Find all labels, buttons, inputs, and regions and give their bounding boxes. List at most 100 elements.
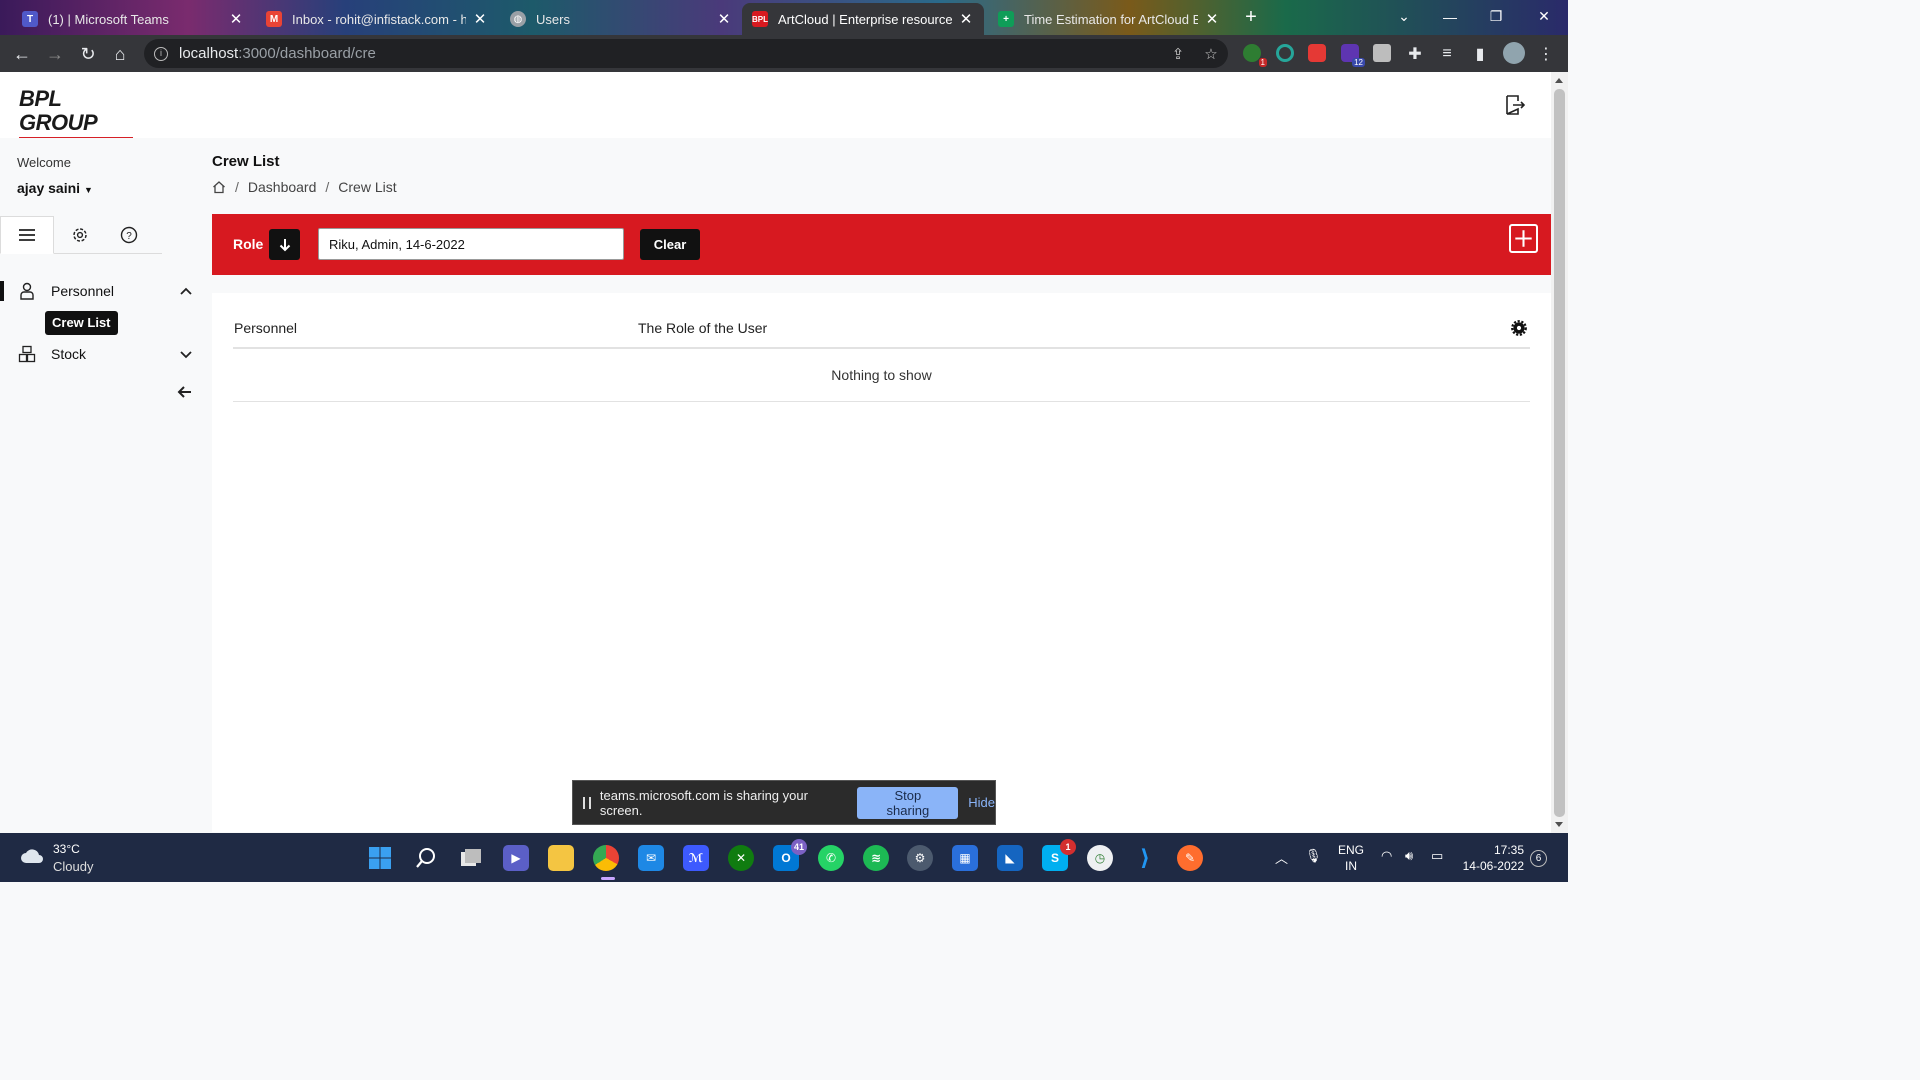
extensions-puzzle-icon[interactable]: ✚ xyxy=(1402,41,1428,67)
breadcrumb-dashboard[interactable]: Dashboard xyxy=(248,179,317,195)
close-icon[interactable]: ✕ xyxy=(1204,10,1220,28)
chevron-down-icon xyxy=(180,351,192,359)
browser-tab-teams[interactable]: T (1) | Microsoft Teams ✕ xyxy=(12,3,254,35)
extension-icon[interactable]: 1 xyxy=(1243,44,1267,67)
close-icon[interactable]: ✕ xyxy=(716,10,732,28)
whatsapp-icon[interactable]: ✆ xyxy=(818,845,844,871)
profile-avatar[interactable] xyxy=(1503,42,1525,64)
settings-icon xyxy=(73,228,87,242)
weather-temperature[interactable]: 33°C xyxy=(53,842,80,856)
reload-icon[interactable]: ↻ xyxy=(75,41,101,67)
spotify-icon[interactable]: ≋ xyxy=(863,845,889,871)
tab-title: ArtCloud | Enterprise resource pla xyxy=(778,11,952,27)
mail-icon[interactable]: ✉ xyxy=(638,845,664,871)
drag-handle-icon[interactable] xyxy=(583,796,591,809)
sidebar-item-personnel[interactable]: Personnel xyxy=(0,274,196,308)
language-indicator[interactable]: ENG IN xyxy=(1338,842,1364,874)
sidebar-item-stock[interactable]: Stock xyxy=(0,337,196,371)
logout-icon[interactable] xyxy=(1504,94,1526,116)
tab-title: Users xyxy=(536,11,570,27)
tab-settings[interactable] xyxy=(53,216,107,254)
chevron-up-icon[interactable]: ︿ xyxy=(1275,848,1288,867)
home-icon[interactable]: ⌂ xyxy=(107,41,133,67)
window-close-button[interactable]: ✕ xyxy=(1521,0,1567,33)
browser-tab-artcloud[interactable]: BPL ArtCloud | Enterprise resource pla ✕ xyxy=(742,3,984,35)
more-menu-icon[interactable]: ⋮ xyxy=(1533,41,1559,67)
scroll-up-arrow-icon[interactable] xyxy=(1555,78,1563,83)
search-input[interactable] xyxy=(318,228,624,260)
scroll-thumb[interactable] xyxy=(1554,89,1565,817)
settings-gear-icon[interactable]: ⚙ xyxy=(907,845,933,871)
photos-icon[interactable]: ◣ xyxy=(997,845,1023,871)
column-header-personnel[interactable]: Personnel xyxy=(234,320,297,336)
site-info-icon[interactable]: i xyxy=(154,46,168,61)
tab-title: (1) | Microsoft Teams xyxy=(48,11,169,27)
tab-menu[interactable] xyxy=(0,216,54,254)
back-icon[interactable]: ← xyxy=(9,41,35,67)
restore-button[interactable]: ❐ xyxy=(1473,0,1519,33)
page-scrollbar[interactable] xyxy=(1551,72,1568,833)
tab-search-icon[interactable]: ⌄ xyxy=(1381,0,1427,33)
system-clock[interactable]: 17:35 14-06-2022 xyxy=(1460,842,1524,874)
browser-tab-users[interactable]: ◍ Users ✕ xyxy=(500,3,742,35)
clock-app-icon[interactable]: ◷ xyxy=(1087,845,1113,871)
skype-icon[interactable]: S1 xyxy=(1042,839,1076,871)
extension-icon[interactable] xyxy=(1373,44,1391,62)
windows-taskbar: 33°C Cloudy ▶ ✉ ℳ ✕ O 41 ✆ ≋ ⚙ ▦ ◣ S1 ◷ ⟩… xyxy=(0,833,1568,882)
company-logo[interactable]: BPL GROUP xyxy=(19,87,133,141)
hide-banner-link[interactable]: Hide xyxy=(968,795,995,810)
close-icon[interactable]: ✕ xyxy=(958,10,974,28)
forward-icon[interactable]: → xyxy=(42,41,68,67)
tab-help[interactable]: ? xyxy=(102,216,156,254)
new-tab-button[interactable]: + xyxy=(1238,6,1264,30)
close-icon[interactable]: ✕ xyxy=(228,10,244,28)
extension-icon[interactable]: 12 xyxy=(1341,44,1365,67)
column-header-role[interactable]: The Role of the User xyxy=(638,320,767,336)
xbox-icon[interactable]: ✕ xyxy=(728,845,754,871)
sidebar-subitem-crew-list[interactable]: Crew List xyxy=(45,311,118,335)
clear-button[interactable]: Clear xyxy=(640,229,700,260)
volume-icon[interactable]: 🔊︎ xyxy=(1405,848,1413,864)
filter-bar: Role Clear xyxy=(212,214,1551,275)
media-controls-icon[interactable]: ≡ xyxy=(1434,41,1460,67)
browser-tab-sheets[interactable]: + Time Estimation for ArtCloud ERP ✕ xyxy=(988,3,1230,35)
share-icon[interactable]: ⇪ xyxy=(1169,45,1187,63)
globe-icon: ◍ xyxy=(510,11,526,27)
extension-icon[interactable] xyxy=(1276,44,1294,62)
home-icon[interactable] xyxy=(212,180,226,194)
collapse-sidebar-arrow-icon[interactable] xyxy=(177,384,193,400)
stop-sharing-button[interactable]: Stop sharing xyxy=(857,786,959,819)
scroll-down-arrow-icon[interactable] xyxy=(1555,822,1563,827)
teams-chat-icon[interactable]: ▶ xyxy=(503,845,529,871)
add-icon[interactable] xyxy=(1509,224,1538,253)
battery-icon[interactable]: ▭ xyxy=(1431,848,1443,864)
outlook-icon[interactable]: O 41 xyxy=(773,839,807,871)
notification-center-badge[interactable]: 6 xyxy=(1530,850,1547,867)
empty-state-row: Nothing to show xyxy=(233,350,1530,402)
search-icon[interactable] xyxy=(413,845,439,871)
chrome-icon[interactable] xyxy=(593,845,619,871)
browser-tab-gmail[interactable]: M Inbox - rohit@infistack.com - htt ✕ xyxy=(256,3,498,35)
calendar-icon[interactable]: ▦ xyxy=(952,845,978,871)
extension-icon[interactable] xyxy=(1308,44,1326,62)
task-view-icon[interactable] xyxy=(458,845,484,871)
role-sort-button[interactable] xyxy=(269,229,300,260)
gear-icon[interactable] xyxy=(1511,320,1527,336)
file-explorer-icon[interactable] xyxy=(548,845,574,871)
wifi-icon[interactable]: ◠ xyxy=(1381,848,1392,864)
bookmark-star-icon[interactable]: ☆ xyxy=(1202,45,1220,63)
windows-start-icon[interactable] xyxy=(367,845,393,871)
app-header: BPL GROUP xyxy=(0,72,1551,141)
user-menu[interactable]: ajay saini ▼ xyxy=(17,180,93,196)
cloud-icon[interactable] xyxy=(20,847,46,864)
table-header-divider xyxy=(233,347,1530,349)
vscode-icon[interactable]: ⟩ xyxy=(1132,845,1158,871)
close-icon[interactable]: ✕ xyxy=(472,10,488,28)
address-bar[interactable]: i localhost:3000/dashboard/cre ⇪ ☆ xyxy=(144,39,1228,68)
minimize-button[interactable]: — xyxy=(1427,0,1473,33)
postman-icon[interactable]: ✎ xyxy=(1177,845,1203,871)
pen-app-icon[interactable]: ℳ xyxy=(683,845,709,871)
weather-condition[interactable]: Cloudy xyxy=(53,859,93,874)
microphone-icon[interactable]: 🎙︎ xyxy=(1305,848,1322,864)
side-panel-icon[interactable]: ▮ xyxy=(1467,41,1493,67)
